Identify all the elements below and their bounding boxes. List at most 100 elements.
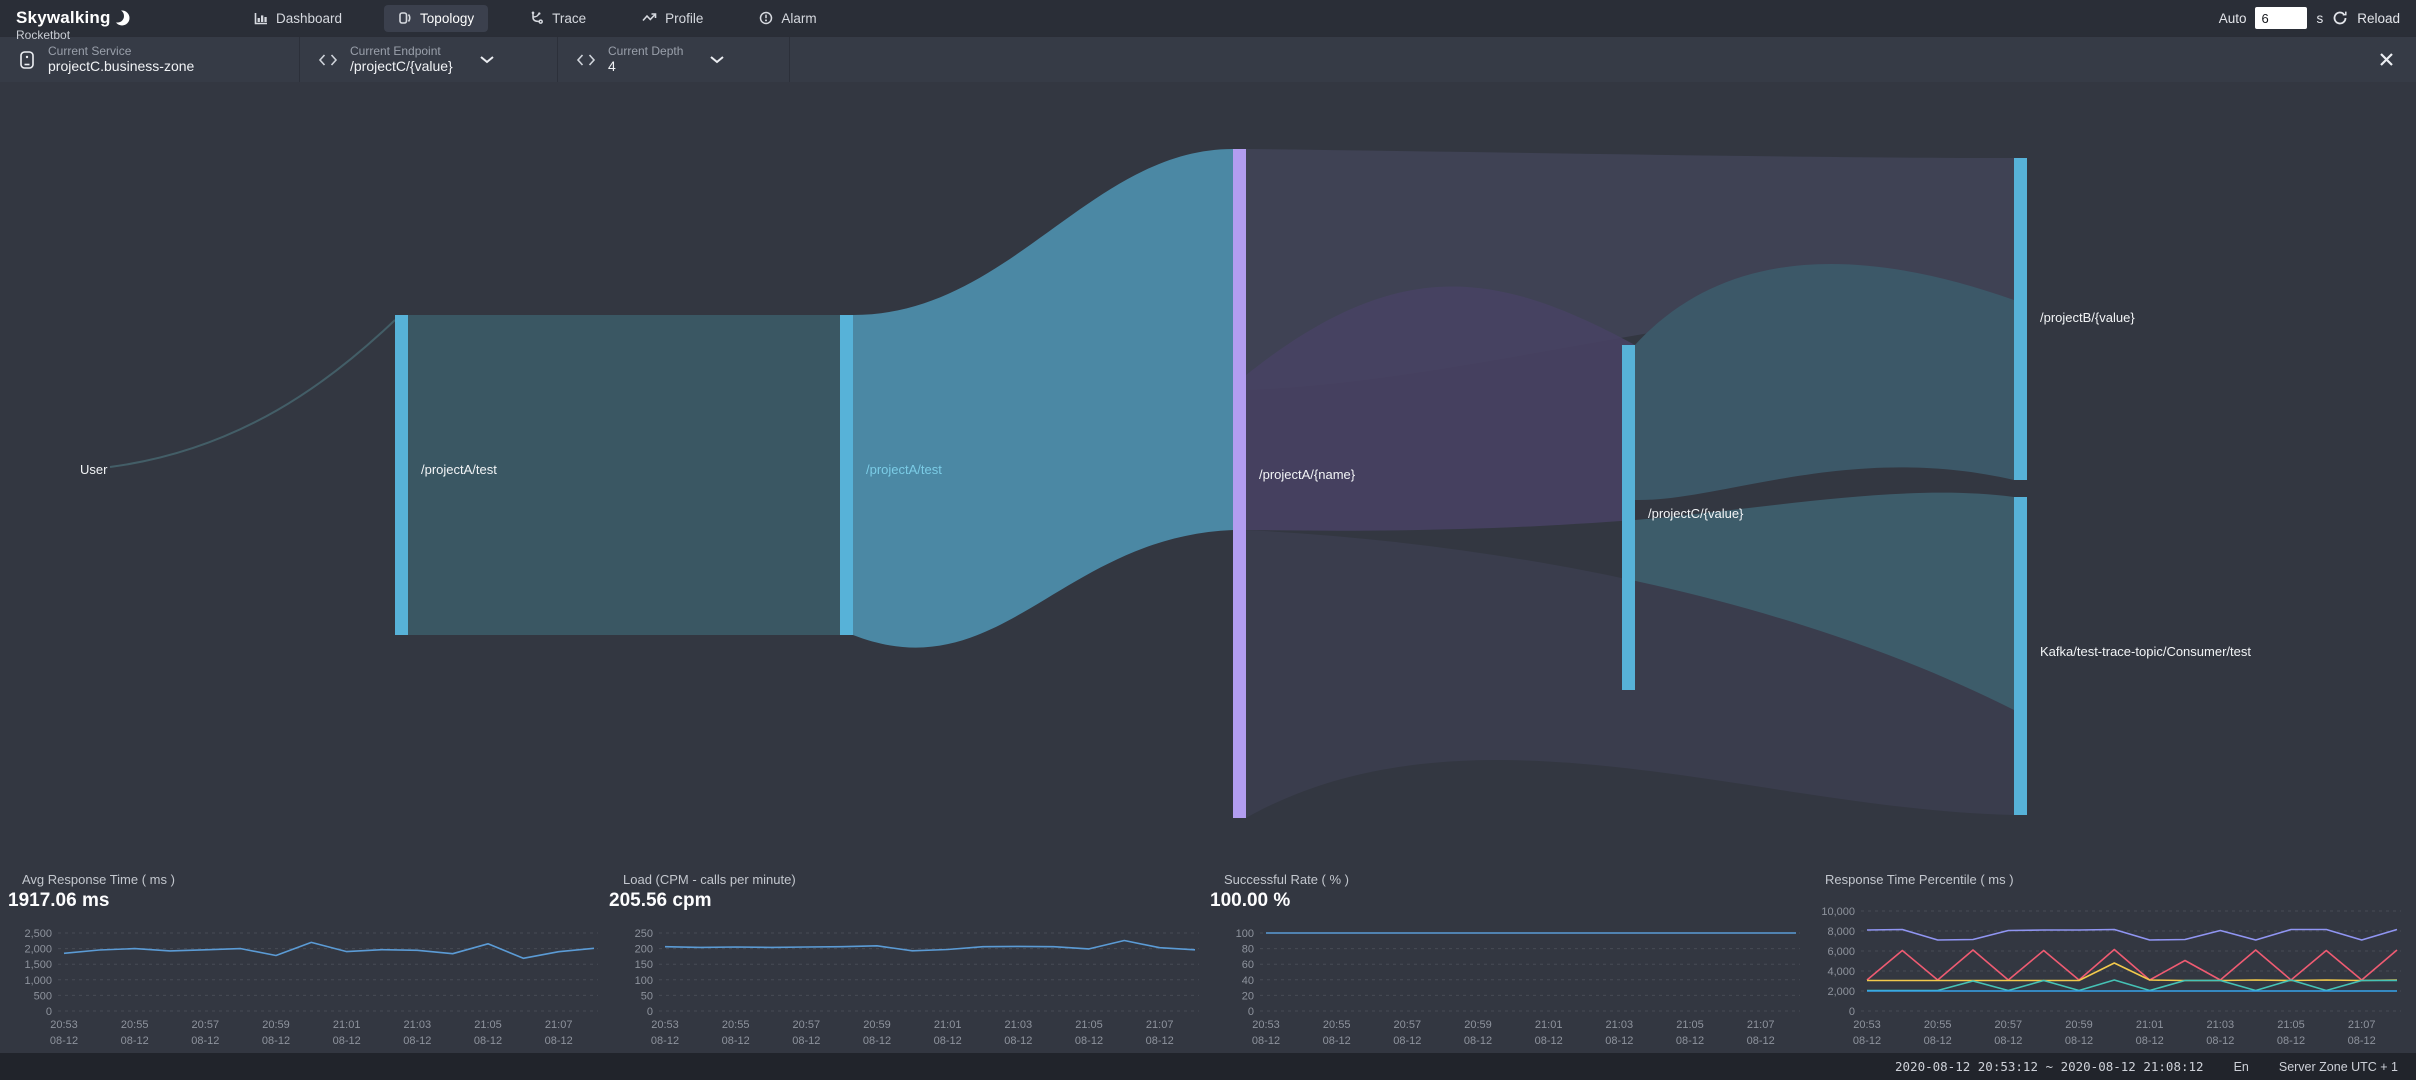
svg-text:21:05: 21:05 xyxy=(1075,1019,1103,1031)
svg-text:21:01: 21:01 xyxy=(934,1019,962,1031)
svg-text:21:05: 21:05 xyxy=(1676,1019,1704,1031)
svg-text:1,500: 1,500 xyxy=(24,959,52,971)
svg-text:21:03: 21:03 xyxy=(1005,1019,1033,1031)
svg-text:21:03: 21:03 xyxy=(2207,1019,2235,1031)
time-range[interactable]: 2020-08-12 20:53:12 ~ 2020-08-12 21:08:1… xyxy=(1895,1059,2204,1074)
svg-text:08-12: 08-12 xyxy=(1252,1035,1280,1047)
svg-text:20:55: 20:55 xyxy=(1323,1019,1351,1031)
nav-item-topology[interactable]: Topology xyxy=(384,5,488,32)
svg-text:20:57: 20:57 xyxy=(793,1019,821,1031)
svg-text:08-12: 08-12 xyxy=(2206,1035,2234,1047)
endpoint-value: /projectC/{value} xyxy=(350,58,453,75)
svg-text:08-12: 08-12 xyxy=(1747,1035,1775,1047)
nav-label: Profile xyxy=(665,11,703,26)
sankey-node-projectB-value[interactable] xyxy=(2014,158,2027,480)
svg-text:250: 250 xyxy=(635,928,653,940)
current-endpoint-selector[interactable]: Current Endpoint /projectC/{value} xyxy=(300,37,558,82)
svg-text:205.56 cpm: 205.56 cpm xyxy=(609,890,711,911)
svg-text:1,000: 1,000 xyxy=(24,975,52,987)
sankey-link-projectC-projectB xyxy=(1635,264,2014,500)
svg-text:08-12: 08-12 xyxy=(121,1035,149,1047)
svg-text:4,000: 4,000 xyxy=(1827,966,1855,978)
nav-item-dashboard[interactable]: Dashboard xyxy=(240,5,356,32)
svg-text:20:57: 20:57 xyxy=(192,1019,220,1031)
main-nav: Dashboard Topology Trace Profile Alarm xyxy=(240,5,831,32)
current-service-selector[interactable]: Current Service projectC.business-zone xyxy=(0,37,300,82)
nav-item-alarm[interactable]: Alarm xyxy=(745,5,830,32)
svg-text:08-12: 08-12 xyxy=(50,1035,78,1047)
sankey-node-kafka-consumer[interactable] xyxy=(2014,497,2027,815)
topology-icon xyxy=(398,11,412,25)
sankey-node-projectA-test-1[interactable] xyxy=(395,315,408,635)
avg-response-time-chart: Avg Response Time ( ms ) 2,5002,0001,500… xyxy=(8,861,609,1053)
svg-text:08-12: 08-12 xyxy=(863,1035,891,1047)
nav-item-profile[interactable]: Profile xyxy=(628,5,717,32)
sankey-label-projectA-name: /projectA/{name} xyxy=(1259,467,1356,482)
svg-text:08-12: 08-12 xyxy=(1676,1035,1704,1047)
svg-text:21:05: 21:05 xyxy=(2277,1019,2305,1031)
svg-text:200: 200 xyxy=(635,944,653,956)
chevron-down-icon[interactable] xyxy=(479,55,495,65)
svg-text:08-12: 08-12 xyxy=(722,1035,750,1047)
svg-text:08-12: 08-12 xyxy=(1004,1035,1032,1047)
svg-text:08-12: 08-12 xyxy=(1994,1035,2022,1047)
auto-label: Auto xyxy=(2219,11,2247,26)
auto-interval-input[interactable] xyxy=(2255,7,2307,29)
depth-value: 4 xyxy=(608,58,683,75)
reload-icon[interactable] xyxy=(2332,10,2348,26)
response-time-percentile-chart: Response Time Percentile ( ms ) 10,0008,… xyxy=(1811,861,2412,1053)
svg-text:08-12: 08-12 xyxy=(2277,1035,2305,1047)
svg-text:20:53: 20:53 xyxy=(1853,1019,1881,1031)
svg-text:21:07: 21:07 xyxy=(2348,1019,2376,1031)
svg-text:2,000: 2,000 xyxy=(1827,986,1855,998)
svg-text:08-12: 08-12 xyxy=(333,1035,361,1047)
server-zone[interactable]: Server Zone UTC + 1 xyxy=(2279,1060,2398,1074)
current-depth-selector[interactable]: Current Depth 4 xyxy=(558,37,790,82)
auto-unit: s xyxy=(2316,11,2323,26)
sankey-node-projectA-name[interactable] xyxy=(1233,149,1246,818)
svg-text:08-12: 08-12 xyxy=(474,1035,502,1047)
sankey-label-kafka-consumer: Kafka/test-trace-topic/Consumer/test xyxy=(2040,644,2251,659)
reload-label[interactable]: Reload xyxy=(2357,11,2400,26)
code-brackets-icon xyxy=(576,53,596,67)
chart-plot: 10080604020020:5308-1220:5508-1220:5708-… xyxy=(1210,887,1811,1058)
svg-text:20:53: 20:53 xyxy=(1252,1019,1280,1031)
language-toggle[interactable]: En xyxy=(2234,1060,2249,1074)
svg-text:8,000: 8,000 xyxy=(1827,926,1855,938)
svg-text:08-12: 08-12 xyxy=(1605,1035,1633,1047)
chevron-down-icon[interactable] xyxy=(709,55,725,65)
sankey-node-projectA-test-2[interactable] xyxy=(840,315,853,635)
refresh-controls: Auto s Reload xyxy=(2219,7,2416,29)
svg-text:60: 60 xyxy=(1242,959,1254,971)
chart-title: Load (CPM - calls per minute) xyxy=(609,861,1210,887)
chart-title: Successful Rate ( % ) xyxy=(1210,861,1811,887)
logo-subtitle: Rocketbot xyxy=(16,28,180,42)
close-icon[interactable] xyxy=(2379,37,2416,82)
svg-text:08-12: 08-12 xyxy=(1924,1035,1952,1047)
sankey-link-projectA-projectAname xyxy=(853,149,1233,648)
sankey-label-projectA-test-1: /projectA/test xyxy=(421,462,497,477)
svg-text:21:07: 21:07 xyxy=(1747,1019,1775,1031)
svg-text:08-12: 08-12 xyxy=(262,1035,290,1047)
svg-text:150: 150 xyxy=(635,959,653,971)
code-brackets-icon xyxy=(318,53,338,67)
sankey-label-user: User xyxy=(80,462,108,477)
svg-text:2,000: 2,000 xyxy=(24,944,52,956)
svg-text:20: 20 xyxy=(1242,990,1254,1002)
endpoint-dependency-sankey: User /projectA/test /projectA/test /proj… xyxy=(0,82,2416,861)
top-nav-bar: Skywalking Rocketbot Dashboard Topology … xyxy=(0,0,2416,36)
sankey-label-projectA-test-2: /projectA/test xyxy=(866,462,942,477)
sankey-label-projectC-value: /projectC/{value} xyxy=(1648,506,1744,521)
nav-label: Dashboard xyxy=(276,11,342,26)
sankey-node-projectC-value[interactable] xyxy=(1622,345,1635,690)
svg-text:20:57: 20:57 xyxy=(1995,1019,2023,1031)
svg-text:08-12: 08-12 xyxy=(2348,1035,2376,1047)
load-cpm-chart: Load (CPM - calls per minute) 2502001501… xyxy=(609,861,1210,1053)
svg-text:20:55: 20:55 xyxy=(121,1019,149,1031)
nav-label: Alarm xyxy=(781,11,816,26)
svg-text:100: 100 xyxy=(1236,928,1254,940)
svg-text:08-12: 08-12 xyxy=(1393,1035,1421,1047)
nav-item-trace[interactable]: Trace xyxy=(516,5,600,32)
chart-title: Response Time Percentile ( ms ) xyxy=(1811,861,2412,887)
service-label: Current Service xyxy=(48,44,194,58)
